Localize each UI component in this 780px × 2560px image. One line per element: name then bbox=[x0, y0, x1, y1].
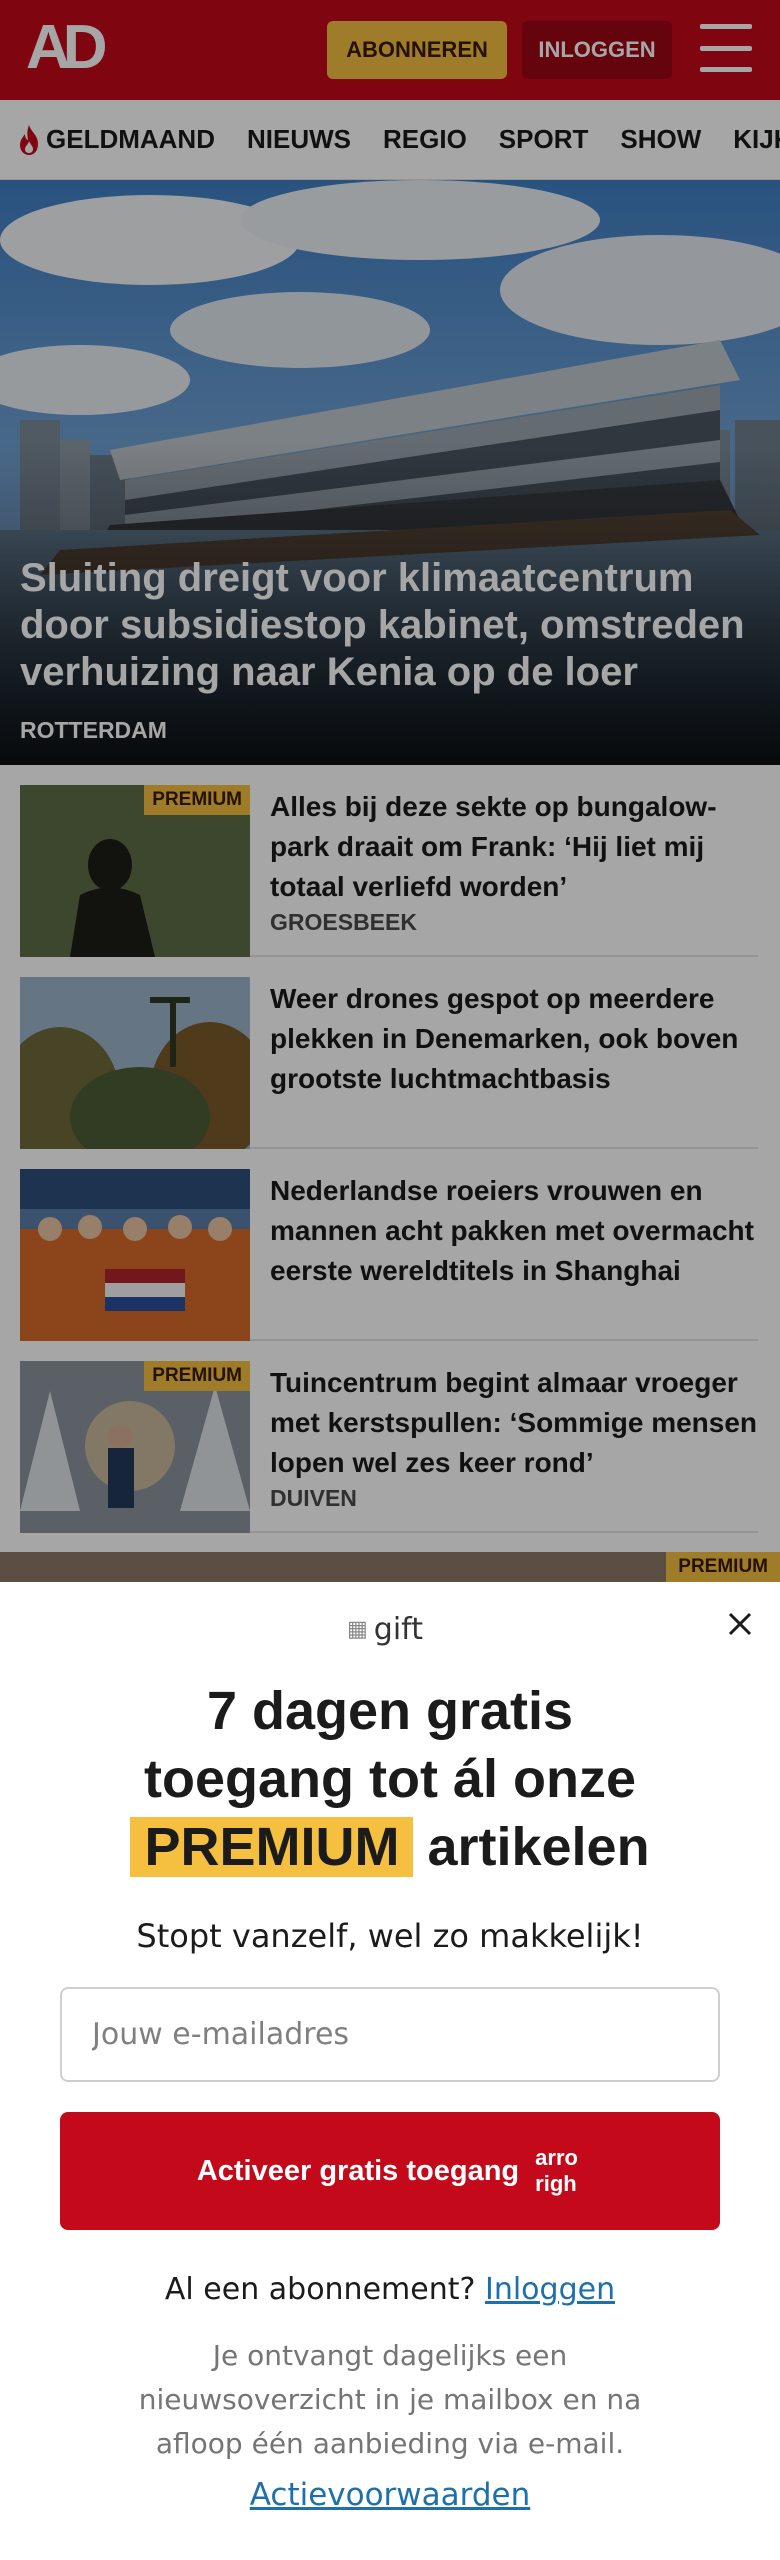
premium-badge: PREMIUM bbox=[144, 785, 250, 815]
thumbnail-image bbox=[20, 977, 250, 1149]
trial-modal: ▦ gift 7 dagen gratis toegang tot ál onz… bbox=[0, 1582, 780, 2560]
modal-title-rest: artikelen bbox=[427, 1817, 650, 1877]
close-icon[interactable] bbox=[720, 1604, 760, 1644]
hero-article[interactable]: Sluiting dreigt voor klimaatcentrum door… bbox=[0, 180, 780, 765]
arrow-alt-text: righ bbox=[535, 2171, 577, 2196]
gift-icon: ▦ gift bbox=[347, 1612, 423, 1647]
nav-item-geldmaand[interactable]: GELDMAAND bbox=[16, 124, 215, 156]
existing-subscription: Al een abonnement? Inloggen bbox=[0, 2272, 780, 2307]
premium-badge: PREMIUM bbox=[144, 1361, 250, 1391]
login-link[interactable]: Inloggen bbox=[485, 2272, 615, 2307]
menu-bar bbox=[700, 24, 752, 29]
nav-item-nieuws[interactable]: NIEUWS bbox=[247, 124, 351, 155]
nav-item-show[interactable]: SHOW bbox=[620, 124, 701, 155]
main-nav: GELDMAAND NIEUWS REGIO SPORT SHOW KIJK bbox=[0, 100, 780, 180]
info-text: Je ontvangt dagelijks een nieuwsoverzich… bbox=[138, 2339, 642, 2460]
list-item[interactable]: PREMIUM Alles bij deze sekte op bungalow… bbox=[20, 765, 758, 957]
premium-badge: PREMIUM bbox=[666, 1552, 780, 1582]
modal-title-line: toegang tot ál onze bbox=[144, 1749, 636, 1809]
article-title[interactable]: Tuincentrum begint almaar vroeger met ke… bbox=[270, 1363, 758, 1483]
activate-button[interactable]: Activeer gratis toegang arro righ bbox=[60, 2112, 720, 2230]
site-header: AD ABONNEREN INLOGGEN bbox=[0, 0, 780, 100]
arrow-right-icon: arro righ bbox=[535, 2145, 583, 2197]
article-title[interactable]: Weer drones gespot op meerdere plekken i… bbox=[270, 979, 758, 1099]
nav-item-kijk[interactable]: KIJK bbox=[733, 124, 780, 155]
article-thumbnail: PREMIUM bbox=[20, 785, 250, 957]
list-item[interactable]: Nederlandse roeiers vrouwen en mannen ac… bbox=[20, 1149, 758, 1341]
article-title[interactable]: Alles bij deze sekte op bungalow­park dr… bbox=[270, 787, 758, 907]
hamburger-icon[interactable] bbox=[700, 24, 752, 72]
subscribe-button[interactable]: ABONNEREN bbox=[327, 21, 507, 79]
modal-title: 7 dagen gratis toegang tot ál onze PREMI… bbox=[0, 1677, 780, 1881]
next-article-preview[interactable]: PREMIUM bbox=[0, 1552, 780, 1582]
email-field[interactable] bbox=[60, 1987, 720, 2082]
hero-location: ROTTERDAM bbox=[20, 717, 167, 743]
broken-image-icon: ▦ bbox=[347, 1617, 368, 1642]
menu-bar bbox=[700, 45, 752, 51]
list-item[interactable]: PREMIUM Tuincentrum begint almaar vroege… bbox=[20, 1341, 758, 1533]
gift-alt-text: gift bbox=[373, 1612, 423, 1647]
ad-logo[interactable]: AD bbox=[26, 17, 108, 79]
modal-title-line: PREMIUM artikelen bbox=[0, 1813, 780, 1881]
article-thumbnail bbox=[20, 1169, 250, 1341]
arrow-alt-text: arro bbox=[535, 2145, 578, 2170]
article-title[interactable]: Nederlandse roeiers vrouwen en mannen ac… bbox=[270, 1171, 758, 1291]
terms-row: Actievoorwaarden bbox=[0, 2477, 780, 2513]
modal-subtitle: Stopt vanzelf, wel zo makkelijk! bbox=[136, 1917, 644, 1955]
list-item[interactable]: Weer drones gespot op meerdere plekken i… bbox=[20, 957, 758, 1149]
existing-subscription-text: Al een abonnement? bbox=[164, 2272, 476, 2307]
article-location: GROESBEEK bbox=[270, 909, 417, 935]
modal-title-line: 7 dagen gratis bbox=[206, 1681, 574, 1741]
activate-label: Activeer gratis toegang bbox=[196, 2154, 520, 2187]
thumbnail-image bbox=[20, 1169, 250, 1341]
terms-link[interactable]: Actievoorwaarden bbox=[250, 2477, 531, 2513]
flame-icon bbox=[20, 124, 38, 155]
article-location: DUIVEN bbox=[270, 1485, 357, 1511]
menu-bar bbox=[700, 67, 752, 72]
login-button[interactable]: INLOGGEN bbox=[522, 21, 672, 79]
nav-item-regio[interactable]: REGIO bbox=[383, 124, 467, 155]
article-thumbnail bbox=[20, 977, 250, 1149]
hero-title[interactable]: Sluiting dreigt voor klimaatcentrum door… bbox=[20, 555, 760, 696]
nav-item-sport[interactable]: SPORT bbox=[499, 124, 589, 155]
nav-label: GELDMAAND bbox=[46, 124, 215, 154]
premium-highlight: PREMIUM bbox=[130, 1817, 414, 1877]
article-thumbnail: PREMIUM bbox=[20, 1361, 250, 1533]
